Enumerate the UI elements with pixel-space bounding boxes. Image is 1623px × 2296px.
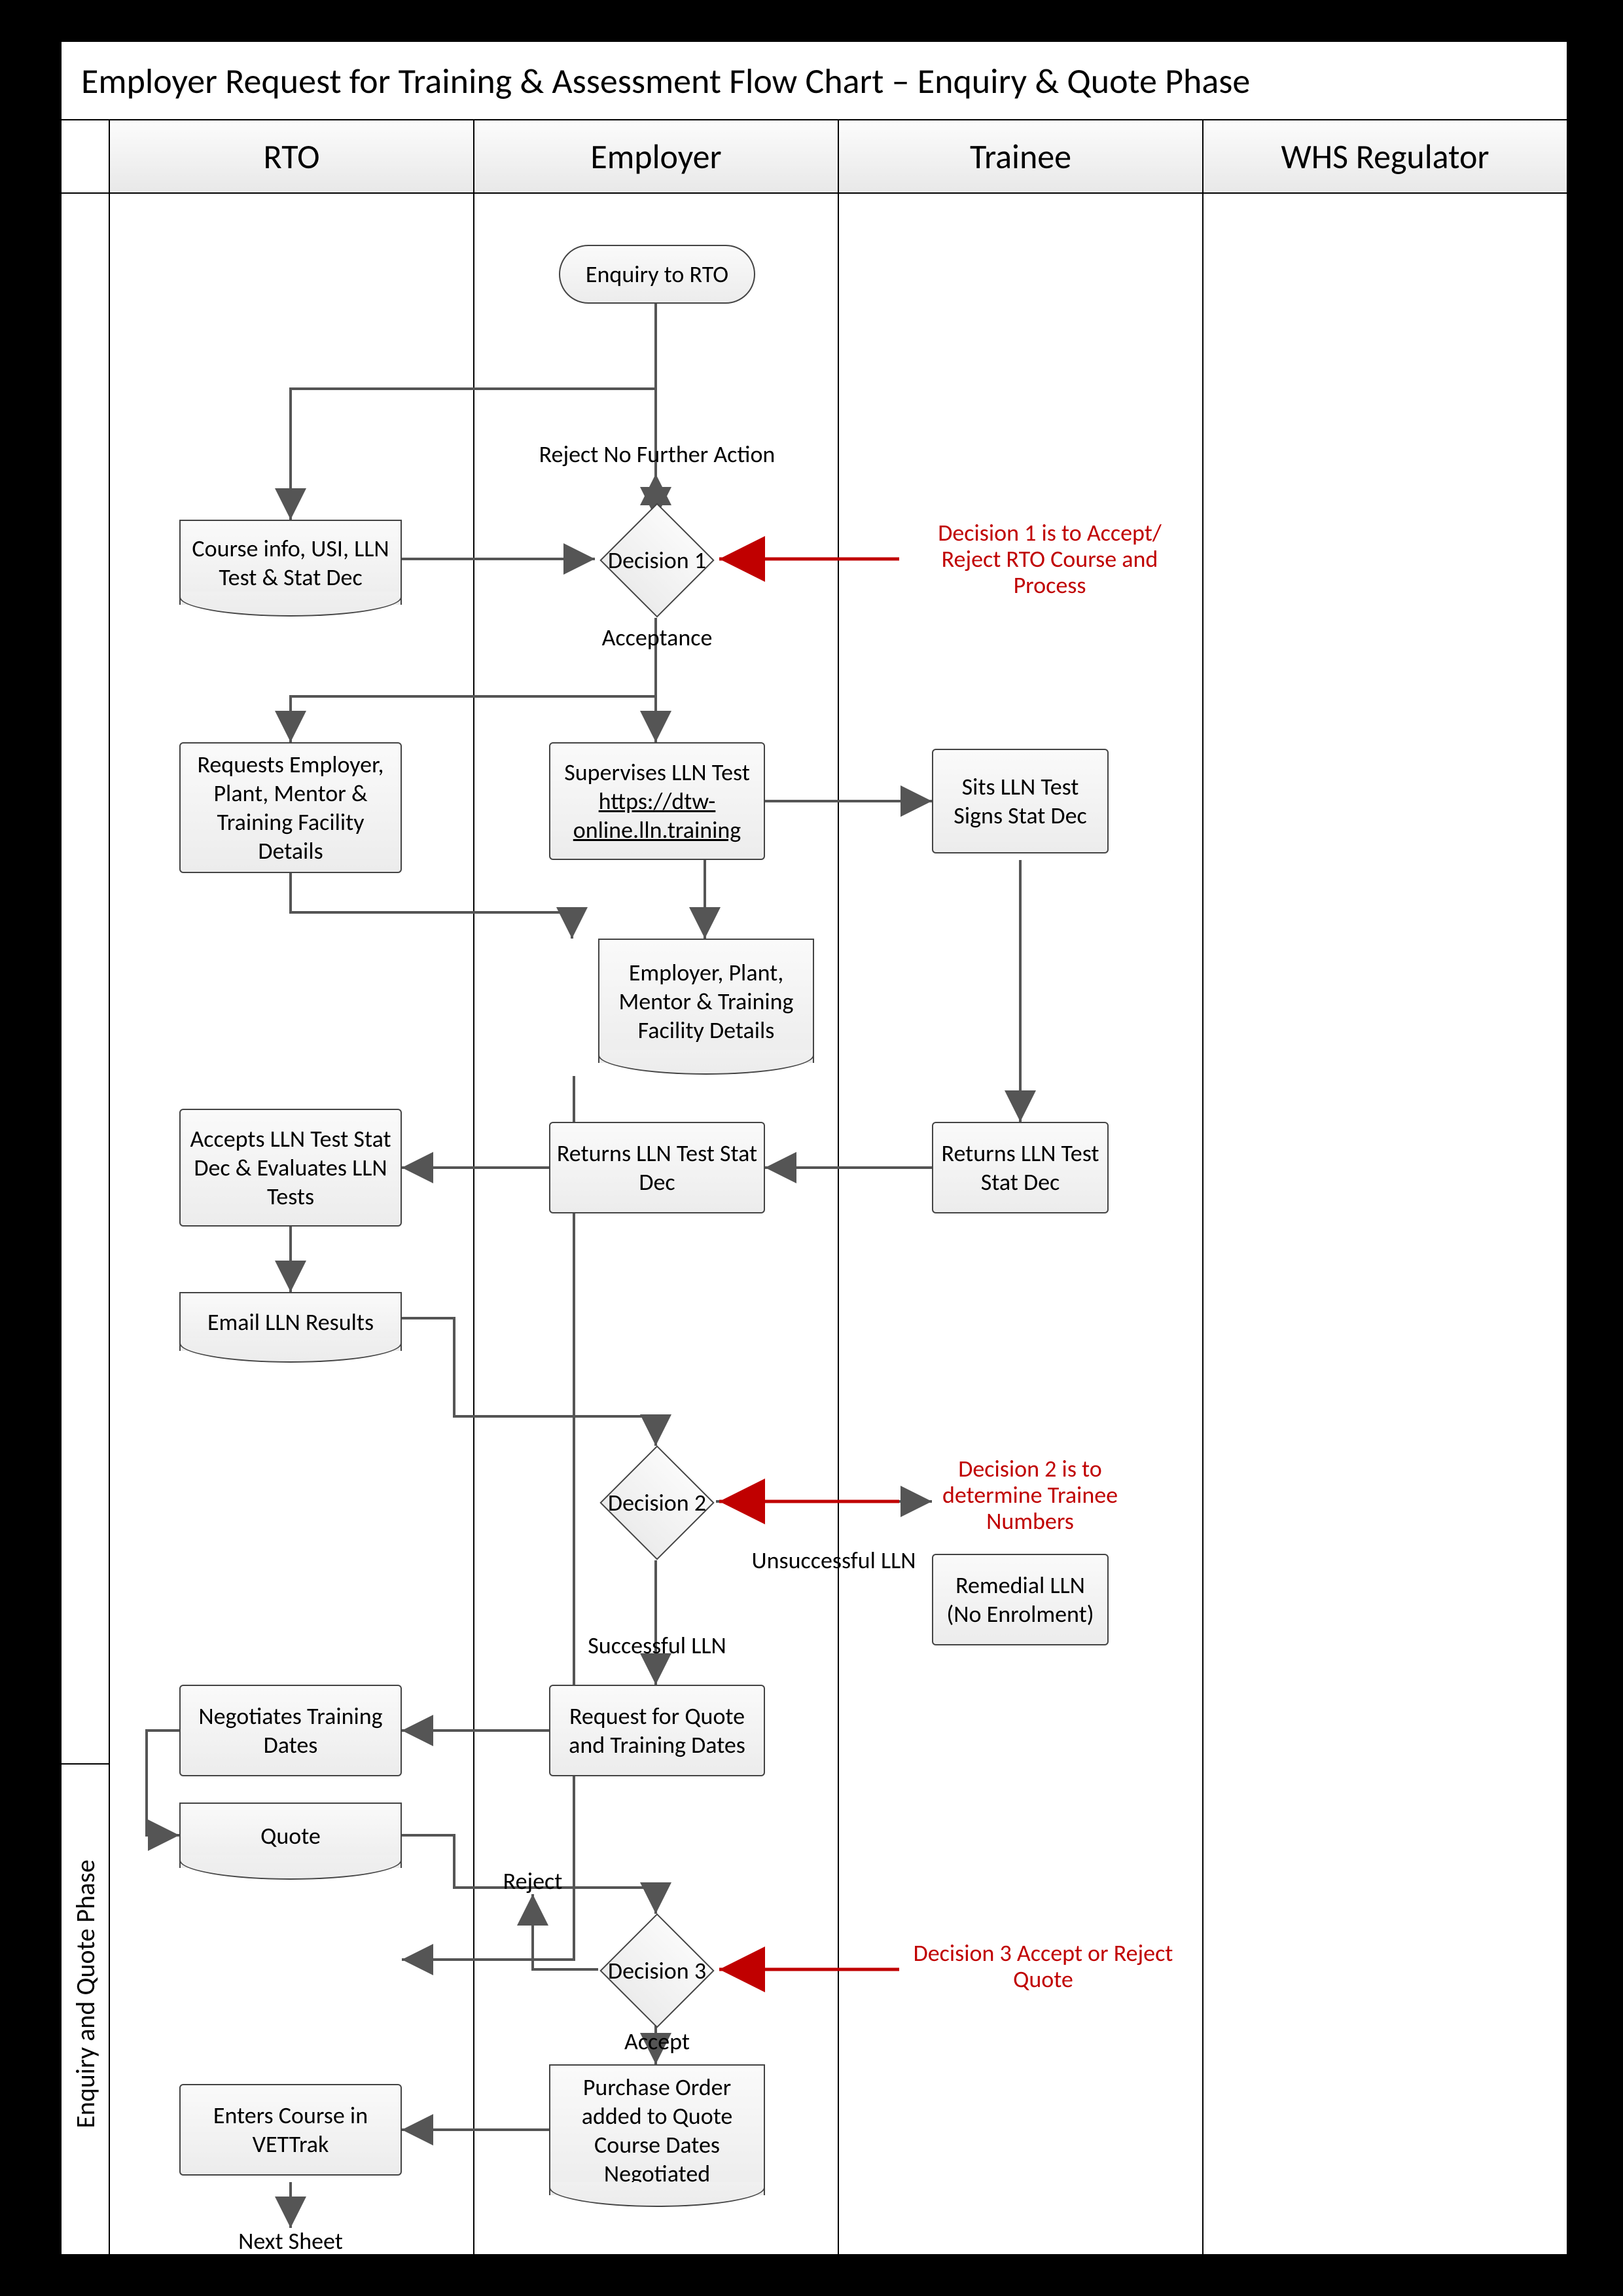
flow-body: Enquiry and Quote Phase [62,192,1567,2254]
label-reject: Reject No Further Action [533,441,781,467]
supervises-label: Supervises LLN Test [564,758,750,787]
node-email-results: Email LLN Results [179,1292,402,1351]
label-next-sheet: Next Sheet [232,2228,349,2254]
lane-employer: Employer [474,120,839,192]
lane-rto: RTO [110,120,474,192]
annot-d3: Decision 3 Accept or Reject Quote [912,1940,1174,1992]
node-quote: Quote [179,1803,402,1868]
lane-whs: WHS Regulator [1204,120,1567,192]
label-unsuccessful: Unsuccessful LLN [736,1547,932,1573]
node-negotiates: Negotiates Training Dates [179,1685,402,1776]
label-accept3: Accept [611,2028,703,2054]
node-purchase-order: Purchase Order added to Quote Course Dat… [549,2064,765,2195]
node-supervises-lln: Supervises LLN Test https://dtw-online.l… [549,742,765,860]
flowchart-frame: Employer Request for Training & Assessme… [59,39,1569,2257]
page-title: Employer Request for Training & Assessme… [62,42,1567,120]
lln-url[interactable]: https://dtw-online.lln.training [556,787,758,844]
node-rfq: Request for Quote and Training Dates [549,1685,765,1776]
node-sits-lln: Sits LLN Test Signs Stat Dec [932,749,1109,853]
node-vettrak: Enters Course in VETTrak [179,2084,402,2176]
lane-trainee: Trainee [839,120,1204,192]
label-successful: Successful LLN [559,1632,755,1659]
node-returns-emp: Returns LLN Test Stat Dec [549,1122,765,1213]
annot-d2: Decision 2 is to determine Trainee Numbe… [912,1456,1148,1534]
node-accepts-evaluates: Accepts LLN Test Stat Dec & Evaluates LL… [179,1109,402,1227]
swimlane-headers: RTO Employer Trainee WHS Regulator [62,120,1567,194]
node-course-info: Course info, USI, LLN Test & Stat Dec [179,520,402,605]
node-remedial: Remedial LLN (No Enrolment) [932,1554,1109,1645]
label-reject3: Reject [493,1868,572,1894]
node-epmtd-doc: Employer, Plant, Mentor & Training Facil… [598,939,814,1063]
annot-d1: Decision 1 is to Accept/ Reject RTO Cour… [912,520,1187,598]
node-enquiry: Enquiry to RTO [559,245,755,304]
node-requests-details: Requests Employer, Plant, Mentor & Train… [179,742,402,873]
label-accept: Acceptance [585,624,729,651]
node-returns-trainee: Returns LLN Test Stat Dec [932,1122,1109,1213]
